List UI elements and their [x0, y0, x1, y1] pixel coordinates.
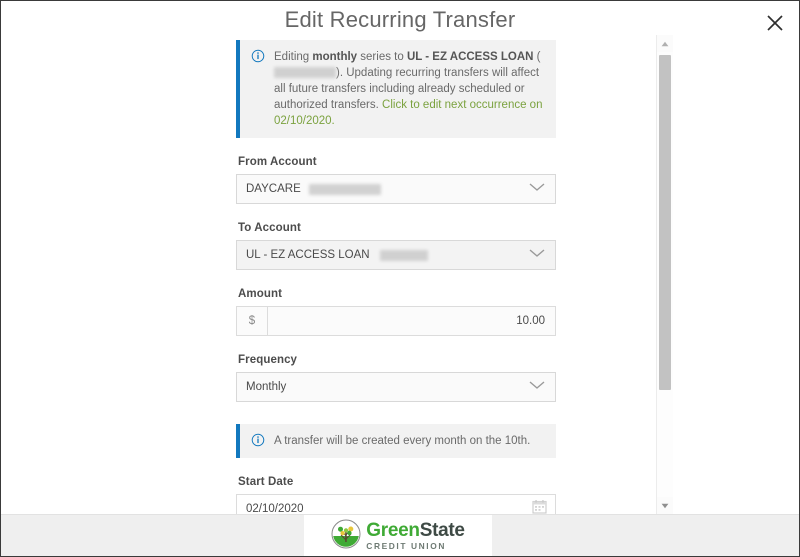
logo-word-green: Green: [366, 520, 420, 542]
from-account-select[interactable]: DAYCARE: [236, 174, 556, 204]
info-icon: [251, 433, 265, 447]
page-title: Edit Recurring Transfer: [284, 7, 516, 32]
frequency-info-text: A transfer will be created every month o…: [274, 435, 531, 447]
frequency-select[interactable]: Monthly: [236, 372, 556, 402]
logo-subtitle: CREDIT UNION: [366, 541, 446, 552]
chevron-down-icon: [527, 378, 547, 396]
editing-series-banner: Editing monthly series to UL - EZ ACCESS…: [236, 40, 556, 138]
from-account-value: DAYCARE: [246, 183, 301, 195]
start-date-field-group: [236, 494, 556, 514]
start-date-label: Start Date: [238, 476, 294, 488]
chevron-down-icon: [527, 246, 547, 264]
info-icon: [251, 49, 265, 63]
scroll-down-arrow-icon[interactable]: [657, 497, 673, 514]
amount-field-group: $: [236, 306, 556, 336]
banner-bold-account: UL - EZ ACCESS LOAN: [406, 51, 534, 63]
currency-symbol: $: [237, 307, 268, 335]
to-account-label: To Account: [238, 222, 301, 234]
banner-bold-frequency: monthly: [312, 51, 358, 63]
frequency-value: Monthly: [246, 381, 287, 393]
to-account-value: UL - EZ ACCESS LOAN: [246, 249, 370, 261]
redacted-from-account-number: [308, 183, 381, 195]
start-date-input[interactable]: [237, 502, 488, 514]
amount-input[interactable]: [268, 307, 555, 335]
from-account-label: From Account: [238, 156, 317, 168]
scrollbar-thumb[interactable]: [659, 55, 671, 390]
tree-logo-icon: [331, 519, 361, 554]
redacted-to-account-number: [379, 249, 428, 261]
close-x-glyph: [767, 15, 783, 31]
to-account-select[interactable]: UL - EZ ACCESS LOAN: [236, 240, 556, 270]
brand-logo: GreenState CREDIT UNION: [304, 515, 492, 556]
calendar-icon[interactable]: [532, 499, 547, 514]
banner-text-1: Editing: [274, 51, 313, 63]
close-icon[interactable]: [761, 9, 789, 37]
scroll-up-arrow-icon[interactable]: [657, 35, 673, 52]
transfer-form: Editing monthly series to UL - EZ ACCESS…: [236, 40, 556, 514]
modal-dialog: Edit Recurring Transfer Editing monthly …: [0, 0, 800, 557]
logo-word-state: State: [419, 520, 465, 542]
modal-body: Editing monthly series to UL - EZ ACCESS…: [1, 35, 799, 514]
banner-text-3: (: [533, 51, 541, 63]
frequency-info-banner: A transfer will be created every month o…: [236, 424, 556, 458]
redacted-account-number: [274, 67, 336, 78]
modal-footer: GreenState CREDIT UNION: [1, 514, 799, 556]
chevron-down-icon: [527, 180, 547, 198]
vertical-scrollbar[interactable]: [656, 35, 673, 514]
amount-label: Amount: [238, 288, 283, 300]
scrollbar-track[interactable]: [657, 52, 673, 497]
frequency-label: Frequency: [238, 354, 298, 366]
banner-text-2: series to: [357, 51, 407, 63]
